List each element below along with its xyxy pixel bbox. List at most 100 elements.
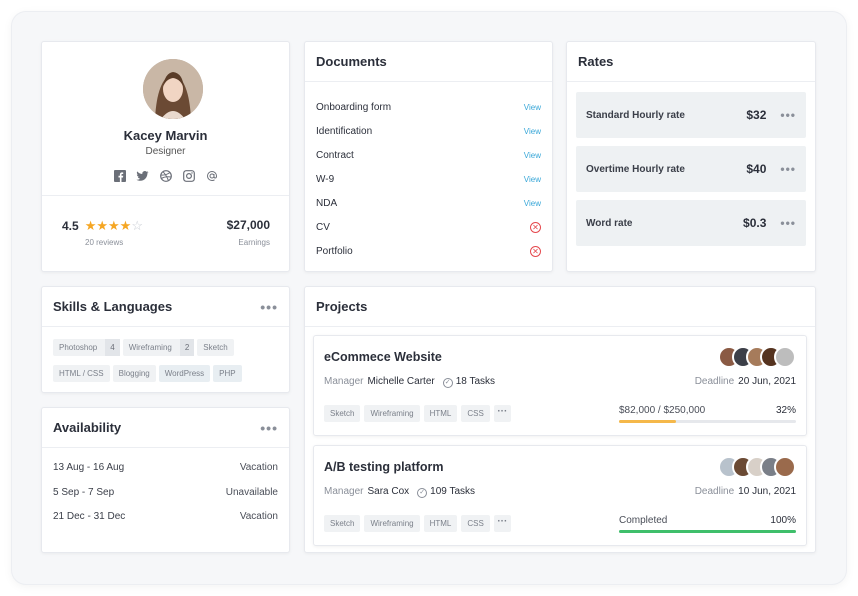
project-deadline: Deadline 10 Jun, 2021	[694, 486, 796, 497]
team-avatars[interactable]	[718, 346, 796, 368]
project-tag[interactable]: CSS	[461, 405, 490, 422]
availability-dates: 13 Aug - 16 Aug	[53, 462, 125, 473]
documents-card: Documents Onboarding form View Identificat…	[304, 41, 553, 272]
document-row: CV ✕	[316, 220, 541, 234]
team-avatars[interactable]	[718, 456, 796, 478]
skills-card: Skills & Languages ••• Photoshop 4 Wirefra…	[41, 286, 290, 393]
avatar	[774, 456, 796, 478]
availability-dates: 21 Dec - 31 Dec	[53, 511, 126, 522]
progress-bar	[619, 530, 796, 533]
document-row: Contract View	[316, 148, 541, 162]
progress-fill	[619, 420, 676, 423]
dashboard-frame: Kacey Marvin Designer 4.5 ★★★★☆ 20 revie…	[12, 12, 846, 584]
document-row: Onboarding form View	[316, 100, 541, 114]
project-name[interactable]: A/B testing platform	[324, 460, 443, 474]
document-row: Portfolio ✕	[316, 244, 541, 258]
project-tags: Sketch Wireframing HTML CSS ···	[324, 515, 511, 532]
missing-icon[interactable]: ✕	[530, 245, 541, 257]
more-options-icon[interactable]: •••	[780, 108, 796, 122]
view-link[interactable]: View	[524, 175, 541, 184]
project-tag[interactable]: Sketch	[324, 405, 361, 422]
star-icon: ★	[96, 218, 108, 233]
availability-title: Availability	[53, 420, 122, 435]
skill-tag[interactable]: HTML / CSS	[53, 365, 110, 382]
document-name: W-9	[316, 173, 335, 185]
skill-tag[interactable]: PHP	[213, 365, 242, 382]
twitter-icon[interactable]	[136, 170, 149, 185]
project-tag[interactable]: Wireframing	[364, 405, 420, 422]
more-tags-icon[interactable]: ···	[493, 405, 511, 422]
availability-card: Availability ••• 13 Aug - 16 Aug Vacatio…	[41, 407, 290, 553]
skill-tag[interactable]: Wireframing 2	[122, 339, 195, 356]
document-name: Portfolio	[316, 245, 353, 257]
rate-label: Overtime Hourly rate	[586, 163, 685, 175]
document-name: NDA	[316, 197, 338, 209]
skill-tag[interactable]: WordPress	[158, 365, 211, 382]
availability-dates: 5 Sep - 7 Sep	[53, 487, 115, 498]
more-options-icon[interactable]: •••	[260, 299, 278, 315]
more-options-icon[interactable]: •••	[780, 216, 796, 230]
star-rating: ★★★★☆	[85, 218, 143, 234]
view-link[interactable]: View	[524, 151, 541, 160]
progress-text: $82,000 / $250,000	[619, 405, 706, 416]
skill-tag[interactable]: Photoshop 4	[53, 339, 120, 356]
star-icon: ★	[119, 218, 132, 233]
rate-label: Word rate	[586, 217, 633, 229]
progress-percent: 32%	[775, 405, 796, 416]
document-name: Onboarding form	[316, 101, 392, 113]
star-empty-icon: ☆	[131, 218, 143, 233]
rate-value: $0.3	[743, 216, 767, 230]
project-tag[interactable]: Wireframing	[364, 515, 420, 532]
avatar[interactable]	[143, 59, 203, 119]
avatar	[774, 346, 796, 368]
projects-title: Projects	[316, 299, 368, 314]
project-card[interactable]: A/B testing platform Manager Sara Cox ✓ 109…	[313, 445, 807, 546]
rate-label: Standard Hourly rate	[586, 109, 685, 121]
project-tag[interactable]: HTML	[423, 515, 458, 532]
progress-percent: 100%	[770, 515, 796, 526]
document-name: CV	[316, 221, 330, 233]
project-tag[interactable]: HTML	[423, 405, 458, 422]
dribbble-icon[interactable]	[159, 170, 172, 185]
star-icon: ★	[108, 218, 120, 233]
projects-header: Projects	[305, 287, 815, 327]
more-options-icon[interactable]: •••	[780, 162, 796, 176]
facebook-icon[interactable]	[113, 170, 126, 185]
documents-title: Documents	[316, 54, 387, 69]
rates-title: Rates	[578, 54, 614, 69]
project-manager: Manager Michelle Carter ✓ 18 Tasks	[324, 376, 496, 388]
availability-type: Unavailable	[225, 487, 278, 498]
more-tags-icon[interactable]: ···	[493, 515, 511, 532]
projects-card: Projects eCommece Website Manager Michell…	[304, 286, 816, 553]
skill-tag[interactable]: Sketch	[197, 339, 234, 356]
document-name: Contract	[316, 149, 354, 161]
rate-value: $40	[746, 162, 767, 176]
instagram-icon[interactable]	[182, 170, 195, 185]
star-icon: ★	[84, 218, 97, 233]
project-card[interactable]: eCommece Website Manager Michelle Carter ✓…	[313, 335, 807, 436]
rating: 4.5 ★★★★☆	[62, 218, 143, 234]
skill-tag[interactable]: Blogging	[112, 365, 156, 382]
availability-type: Vacation	[239, 462, 278, 473]
project-name[interactable]: eCommece Website	[324, 350, 442, 364]
view-link[interactable]: View	[524, 199, 541, 208]
at-icon[interactable]	[205, 170, 218, 185]
rate-value: $32	[746, 108, 767, 122]
documents-header: Documents	[305, 42, 552, 82]
rate-word: Word rate $0.3 •••	[576, 200, 806, 246]
reviews-count: 20 reviews	[85, 238, 124, 247]
earnings-value: $27,000	[226, 218, 270, 232]
project-tag[interactable]: CSS	[461, 515, 490, 532]
view-link[interactable]: View	[524, 127, 541, 136]
check-circle-icon: ✓	[417, 488, 428, 498]
skills-title: Skills & Languages	[53, 299, 173, 314]
document-row: Identification View	[316, 124, 541, 138]
more-options-icon[interactable]: •••	[260, 420, 278, 436]
profile-name: Kacey Marvin	[123, 128, 208, 143]
project-tag[interactable]: Sketch	[324, 515, 361, 532]
profile-card: Kacey Marvin Designer 4.5 ★★★★☆ 20 revie…	[41, 41, 290, 272]
availability-row: 21 Dec - 31 Dec Vacation	[53, 511, 278, 522]
availability-row: 5 Sep - 7 Sep Unavailable	[53, 487, 278, 498]
missing-icon[interactable]: ✕	[530, 221, 541, 233]
view-link[interactable]: View	[524, 103, 541, 112]
